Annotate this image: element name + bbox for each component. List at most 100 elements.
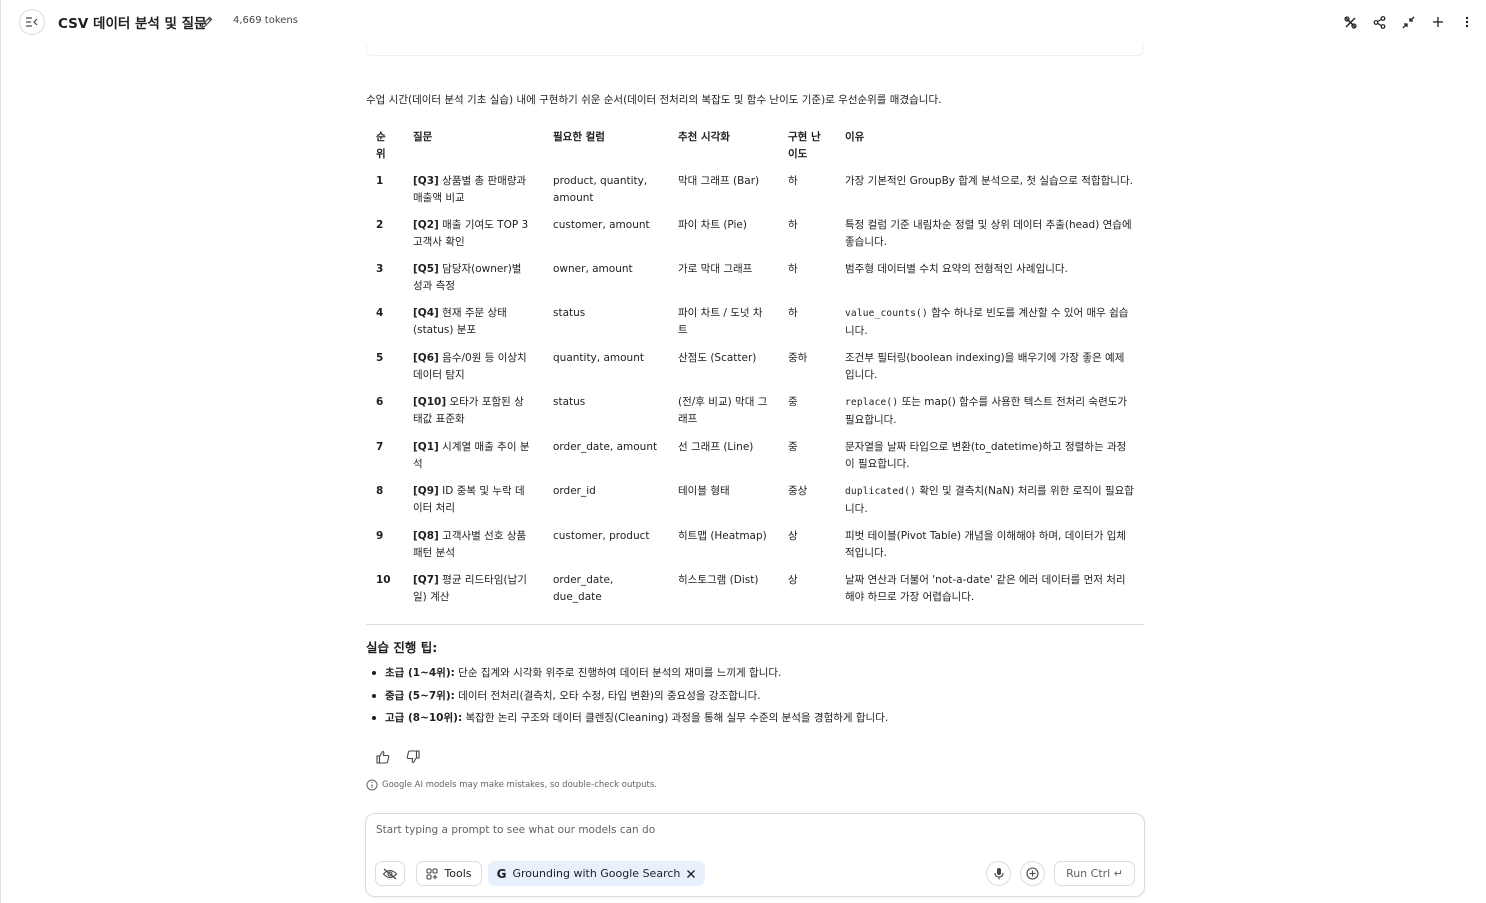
cell-question: [Q2] 매출 기여도 TOP 3 고객사 확인 — [403, 214, 543, 258]
tip-level: 초급 (1~4위): — [385, 667, 455, 679]
table-row: 7 [Q1] 시계열 매출 추이 분석 order_date, amount 선 그래… — [366, 436, 1144, 480]
intro-text: 수업 시간(데이터 분석 기초 실습) 내에 구현하기 쉬운 순서(데이터 전처… — [366, 94, 942, 106]
grounding-chip[interactable]: G Grounding with Google Search — [488, 861, 705, 886]
reason-text: 문자열을 날짜 타입으로 변환(to_datetime)하고 정렬하는 과정이 … — [845, 441, 1127, 470]
cell-difficulty: 상 — [788, 574, 798, 586]
reason-code: value_counts() — [845, 308, 928, 319]
cell-difficulty: 중상 — [788, 485, 808, 497]
cell-visualization: (전/후 비교) 막대 그래프 — [678, 396, 768, 425]
question-tag: [Q1] — [413, 441, 439, 453]
compare-icon[interactable] — [1336, 12, 1365, 32]
cell-reason: 날짜 연산과 더불어 'not-a-date' 같은 에러 데이터를 먼저 처리… — [835, 569, 1144, 613]
cell-difficulty: 하 — [788, 263, 798, 275]
compress-icon[interactable] — [1394, 12, 1423, 32]
more-icon[interactable] — [1452, 12, 1481, 32]
reason-code: replace() — [845, 397, 899, 408]
cell-question: [Q5] 담당자(owner)별 성과 측정 — [403, 258, 543, 302]
microphone-button[interactable] — [986, 861, 1011, 886]
cell-visualization: 선 그래프 (Line) — [678, 441, 754, 453]
cell-rank: 7 — [376, 441, 384, 453]
tools-label: Tools — [444, 867, 472, 880]
cell-rank: 8 — [376, 485, 384, 497]
cell-visualization: 히스토그램 (Dist) — [678, 574, 759, 586]
priority-table: 순위 질문 필요한 컬럼 추천 시각화 구현 난이도 이유 1 [Q3] 상품별 … — [366, 127, 1144, 613]
cell-visualization: 가로 막대 그래프 — [678, 263, 753, 275]
cell-visualization: 파이 차트 / 도넛 차트 — [678, 307, 763, 336]
cell-difficulty: 하 — [788, 307, 798, 319]
disclaimer-text: Google AI models may make mistakes, so d… — [382, 780, 657, 790]
thumbs-down-icon[interactable] — [405, 749, 421, 765]
add-icon[interactable] — [1423, 12, 1452, 32]
cell-reason: 특정 컬럼 기준 내림차순 정렬 및 상위 데이터 추출(head) 연습에 좋… — [835, 214, 1144, 258]
add-media-button[interactable] — [1020, 861, 1045, 886]
cell-difficulty: 상 — [788, 530, 798, 542]
question-tag: [Q6] — [413, 352, 439, 364]
reason-text: 가장 기본적인 GroupBy 합계 분석으로, 첫 실습으로 적합합니다. — [845, 175, 1133, 187]
close-icon[interactable] — [686, 869, 696, 879]
tip-text: 데이터 전처리(결측치, 오타 수정, 타입 변환)의 중요성을 강조합니다. — [454, 689, 761, 702]
table-row: 1 [Q3] 상품별 총 판매량과 매출액 비교 product, quantity… — [366, 170, 1144, 214]
table-body: 1 [Q3] 상품별 총 판매량과 매출액 비교 product, quantity… — [366, 170, 1144, 613]
tip-level: 고급 (8~10위): — [385, 712, 463, 724]
question-tag: [Q10] — [413, 396, 447, 408]
tip-level: 중급 (5~7위): — [385, 689, 455, 702]
cell-visualization: 막대 그래프 (Bar) — [678, 175, 760, 187]
cell-question: [Q1] 시계열 매출 추이 분석 — [403, 436, 543, 480]
cell-rank: 6 — [376, 396, 384, 408]
prompt-input[interactable] — [376, 824, 1076, 836]
run-button[interactable]: Run Ctrl ↵ — [1054, 861, 1135, 886]
collapse-sidebar-button[interactable] — [19, 9, 45, 35]
cell-columns: status — [553, 307, 586, 319]
reason-text: 날짜 연산과 더불어 'not-a-date' 같은 에러 데이터를 먼저 처리… — [845, 574, 1126, 603]
share-icon[interactable] — [1365, 12, 1394, 32]
table-row: 9 [Q8] 고객사별 선호 상품 패턴 분석 customer, product 히… — [366, 525, 1144, 569]
hide-thoughts-button[interactable] — [375, 861, 405, 886]
cell-columns: quantity, amount — [553, 352, 644, 364]
reason-text: 조건부 필터링(boolean indexing)을 배우기에 가장 좋은 예제… — [845, 352, 1125, 381]
header-difficulty: 구현 난이도 — [788, 131, 821, 160]
cell-question: [Q7] 평균 리드타임(납기일) 계산 — [403, 569, 543, 613]
edit-title-icon[interactable] — [200, 14, 214, 28]
cell-reason: 가장 기본적인 GroupBy 합계 분석으로, 첫 실습으로 적합합니다. — [835, 170, 1144, 214]
cell-columns: customer, product — [553, 530, 650, 542]
table-row: 10 [Q7] 평균 리드타임(납기일) 계산 order_date, due_da… — [366, 569, 1144, 613]
table-row: 4 [Q4] 현재 주문 상태(status) 분포 status 파이 차트 / 도… — [366, 302, 1144, 347]
cell-question: [Q10] 오타가 포함된 상태값 표준화 — [403, 391, 543, 436]
table-row: 6 [Q10] 오타가 포함된 상태값 표준화 status (전/후 비교) 막대 … — [366, 391, 1144, 436]
top-bar: CSV 데이터 분석 및 질문 4,669 tokens — [1, 0, 1486, 44]
tip-item: 고급 (8~10위): 복잡한 논리 구조와 데이터 클렌징(Cleaning)… — [366, 709, 1144, 732]
cell-difficulty: 중하 — [788, 352, 808, 364]
cell-difficulty: 하 — [788, 219, 798, 231]
header-reason: 이유 — [845, 131, 865, 143]
table-row: 2 [Q2] 매출 기여도 TOP 3 고객사 확인 customer, amoun… — [366, 214, 1144, 258]
header-rank: 순위 — [376, 131, 386, 160]
table-header-row: 순위 질문 필요한 컬럼 추천 시각화 구현 난이도 이유 — [366, 127, 1144, 170]
cell-visualization: 파이 차트 (Pie) — [678, 219, 747, 231]
question-tag: [Q7] — [413, 574, 439, 586]
header-visualization: 추천 시각화 — [678, 131, 730, 143]
divider — [366, 624, 1144, 625]
cell-visualization: 테이블 형태 — [678, 485, 730, 497]
reason-code: duplicated() — [845, 486, 917, 497]
question-tag: [Q8] — [413, 530, 439, 542]
question-tag: [Q9] — [413, 485, 439, 497]
tools-button[interactable]: Tools — [416, 861, 482, 886]
question-tag: [Q3] — [413, 175, 439, 187]
tips-heading: 실습 진행 팁: — [366, 640, 438, 655]
feedback-buttons — [375, 749, 421, 765]
cell-reason: replace() 또는 map() 함수를 사용한 텍스트 전처리 숙련도가 … — [835, 391, 1144, 436]
previous-message-card — [366, 44, 1144, 56]
reason-text: 피벗 테이블(Pivot Table) 개념을 이해해야 하며, 데이터가 입체… — [845, 530, 1127, 559]
cell-columns: product, quantity, amount — [553, 175, 648, 204]
thumbs-up-icon[interactable] — [375, 749, 391, 765]
cell-question: [Q6] 음수/0원 등 이상치 데이터 탐지 — [403, 347, 543, 391]
cell-question: [Q4] 현재 주문 상태(status) 분포 — [403, 302, 543, 347]
cell-reason: 문자열을 날짜 타입으로 변환(to_datetime)하고 정렬하는 과정이 … — [835, 436, 1144, 480]
response-body: 수업 시간(데이터 분석 기초 실습) 내에 구현하기 쉬운 순서(데이터 전처… — [366, 92, 1144, 108]
tip-item: 초급 (1~4위): 단순 집계와 시각화 위주로 진행하여 데이터 분석의 재… — [366, 664, 1144, 687]
cell-rank: 3 — [376, 263, 384, 275]
question-tag: [Q2] — [413, 219, 439, 231]
question-tag: [Q4] — [413, 307, 439, 319]
grounding-label: Grounding with Google Search — [512, 867, 681, 880]
cell-reason: 조건부 필터링(boolean indexing)을 배우기에 가장 좋은 예제… — [835, 347, 1144, 391]
